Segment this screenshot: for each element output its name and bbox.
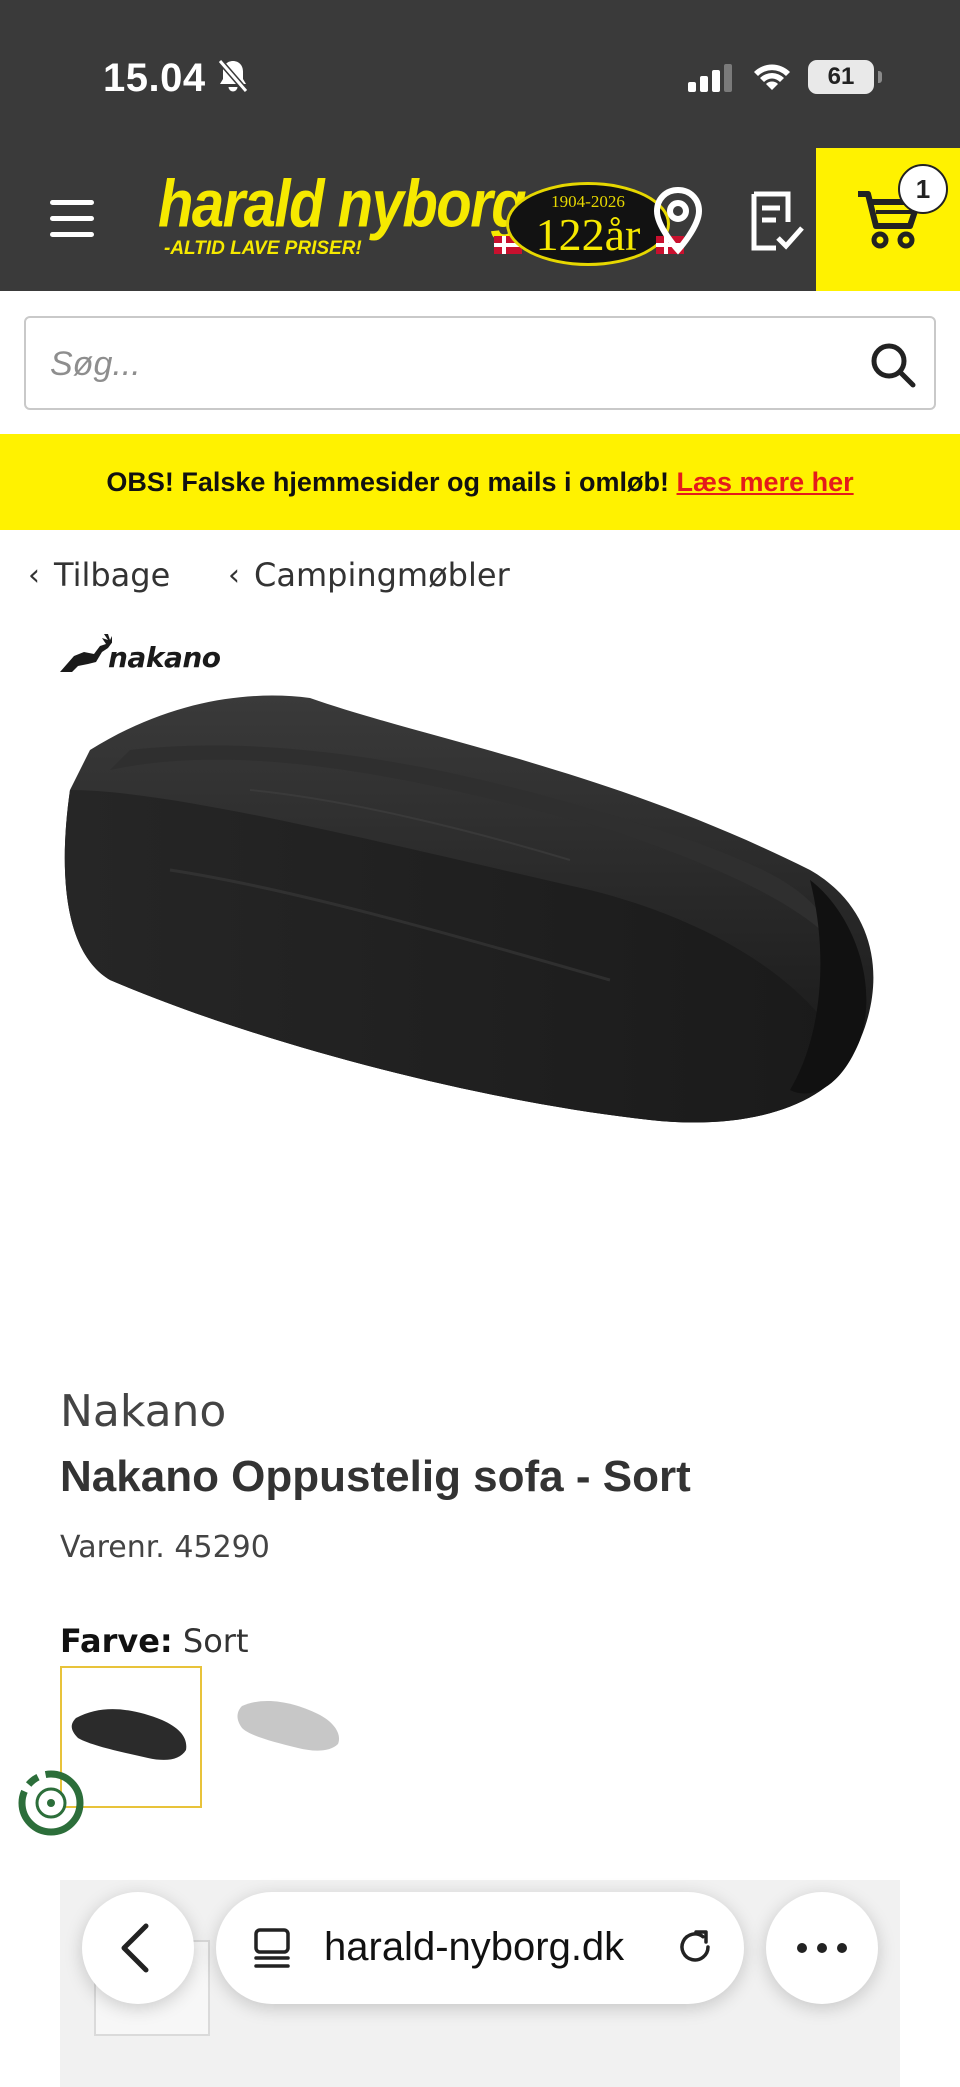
notice-text: OBS! Falske hjemmesider og mails i omløb… — [106, 467, 677, 497]
color-selector-label: Farve: Sort — [60, 1622, 248, 1660]
product-brand[interactable]: Nakano — [60, 1386, 226, 1437]
product-image[interactable] — [50, 680, 910, 1180]
category-label: Campingmøbler — [254, 556, 510, 594]
swatch-grey[interactable] — [214, 1666, 356, 1808]
menu-button[interactable] — [50, 200, 94, 248]
notice-read-more-link[interactable]: Læs mere her — [677, 467, 854, 497]
browser-back-button[interactable] — [82, 1892, 194, 2004]
sku-label: Varenr. — [60, 1530, 165, 1565]
signal-icon — [688, 64, 732, 92]
menu-line-icon — [50, 232, 94, 237]
color-value: Sort — [182, 1622, 249, 1660]
search-input[interactable] — [50, 338, 850, 390]
brand-logo-text: nakano — [108, 641, 221, 674]
store-logo[interactable]: harald nyborg -ALTID LAVE PRISER! — [158, 166, 527, 270]
chevron-left-icon: ‹ — [228, 557, 240, 593]
brand-logo: nakano — [58, 626, 221, 674]
ellipsis-icon — [797, 1943, 847, 1953]
product-title: Nakano Oppustelig sofa - Sort — [60, 1452, 691, 1501]
search-box — [24, 316, 936, 410]
sustainability-icon[interactable] — [16, 1768, 86, 1838]
category-link[interactable]: ‹ Campingmøbler — [228, 556, 510, 594]
url-text: harald-nyborg.dk — [324, 1925, 625, 1969]
anniversary-number: 122år — [535, 209, 641, 260]
search-icon[interactable] — [868, 340, 918, 390]
scam-warning-banner: OBS! Falske hjemmesider og mails i omløb… — [0, 434, 960, 530]
back-link[interactable]: ‹ Tilbage — [28, 556, 170, 594]
more-options-button[interactable] — [766, 1892, 878, 2004]
tabs-icon — [254, 1928, 290, 1968]
cart-count-badge: 1 — [898, 164, 948, 214]
product-sku: Varenr. 45290 — [60, 1530, 270, 1565]
store-locator-icon[interactable] — [648, 186, 708, 256]
wifi-icon — [754, 64, 790, 90]
shopping-list-icon[interactable] — [748, 190, 804, 252]
header-bar: 15.04 61 harald nyborg -ALTID LAVE PRISE… — [0, 0, 960, 291]
sku-value: 45290 — [174, 1530, 270, 1565]
color-label: Farve: — [60, 1622, 173, 1660]
bell-muted-icon — [217, 59, 249, 93]
chevron-left-icon — [121, 1923, 149, 1973]
menu-line-icon — [50, 216, 94, 221]
anniversary-badge: 1904-2026 122år — [506, 182, 670, 266]
reload-icon[interactable] — [672, 1924, 718, 1970]
chevron-left-icon: ‹ — [28, 557, 40, 593]
swatch-grey-image — [237, 1700, 340, 1751]
menu-line-icon — [50, 200, 94, 205]
battery-indicator: 61 — [808, 60, 882, 94]
deer-logo-icon — [60, 634, 112, 672]
status-time: 15.04 — [103, 56, 206, 100]
cart-button[interactable]: 1 — [816, 148, 960, 291]
address-bar[interactable]: harald-nyborg.dk — [216, 1892, 744, 2004]
back-label: Tilbage — [54, 556, 171, 594]
logo-name: harald nyborg — [158, 166, 527, 242]
